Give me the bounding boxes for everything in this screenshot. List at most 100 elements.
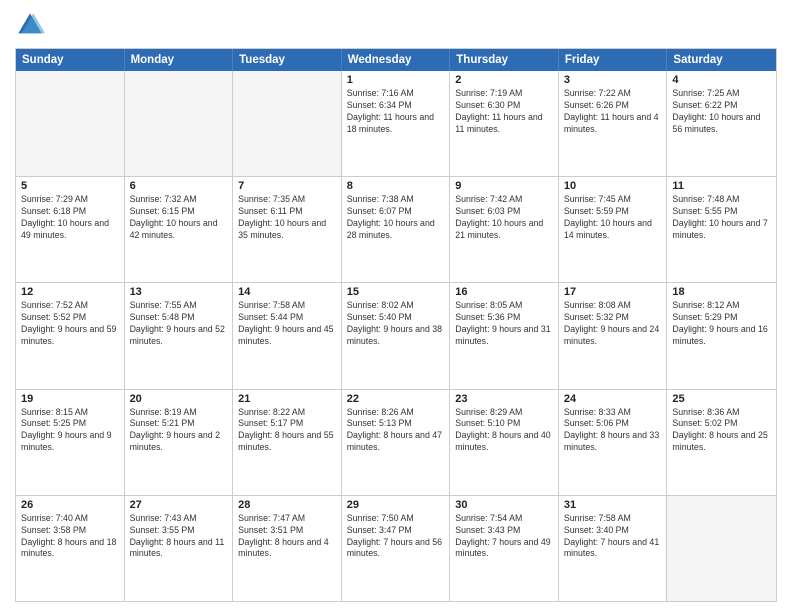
header bbox=[15, 10, 777, 40]
day-number: 20 bbox=[130, 393, 228, 405]
calendar-day-4: 4Sunrise: 7:25 AM Sunset: 6:22 PM Daylig… bbox=[667, 71, 776, 176]
day-content: Sunrise: 7:55 AM Sunset: 5:48 PM Dayligh… bbox=[130, 300, 228, 348]
day-number: 7 bbox=[238, 180, 336, 192]
day-number: 21 bbox=[238, 393, 336, 405]
calendar-week-5: 26 Sunrise: 7:40 AM Sunset: 3:58 PM Dayli… bbox=[16, 495, 776, 601]
day-content: Sunrise: 7:52 AM Sunset: 5:52 PM Dayligh… bbox=[21, 300, 119, 348]
day-content: Sunrise: 7:40 AM Sunset: 3:58 PM Dayligh… bbox=[21, 513, 119, 561]
calendar-week-2: 5Sunrise: 7:29 AM Sunset: 6:18 PM Daylig… bbox=[16, 176, 776, 282]
header-day-sunday: Sunday bbox=[16, 49, 125, 71]
calendar-day-3: 3Sunrise: 7:22 AM Sunset: 6:26 PM Daylig… bbox=[559, 71, 668, 176]
day-content: Sunrise: 7:25 AM Sunset: 6:22 PM Dayligh… bbox=[672, 88, 771, 136]
logo-icon bbox=[15, 10, 45, 40]
day-number: 1 bbox=[347, 74, 445, 86]
calendar-day-15: 15 Sunrise: 8:02 AM Sunset: 5:40 PM Dayli… bbox=[342, 283, 451, 388]
calendar-day-12: 12 Sunrise: 7:52 AM Sunset: 5:52 PM Dayli… bbox=[16, 283, 125, 388]
day-number: 14 bbox=[238, 286, 336, 298]
calendar: SundayMondayTuesdayWednesdayThursdayFrid… bbox=[15, 48, 777, 602]
day-number: 17 bbox=[564, 286, 662, 298]
calendar-day-24: 24 Sunrise: 8:33 AM Sunset: 5:06 PM Dayli… bbox=[559, 390, 668, 495]
day-content: Sunrise: 7:58 AM Sunset: 5:44 PM Dayligh… bbox=[238, 300, 336, 348]
day-content: Sunrise: 8:12 AM Sunset: 5:29 PM Dayligh… bbox=[672, 300, 771, 348]
day-number: 23 bbox=[455, 393, 553, 405]
header-day-monday: Monday bbox=[125, 49, 234, 71]
calendar-day-17: 17Sunrise: 8:08 AM Sunset: 5:32 PM Dayli… bbox=[559, 283, 668, 388]
calendar-day-11: 11Sunrise: 7:48 AM Sunset: 5:55 PM Dayli… bbox=[667, 177, 776, 282]
day-number: 29 bbox=[347, 499, 445, 511]
calendar-day-5: 5Sunrise: 7:29 AM Sunset: 6:18 PM Daylig… bbox=[16, 177, 125, 282]
day-content: Sunrise: 7:50 AM Sunset: 3:47 PM Dayligh… bbox=[347, 513, 445, 561]
day-number: 2 bbox=[455, 74, 553, 86]
day-content: Sunrise: 7:58 AM Sunset: 3:40 PM Dayligh… bbox=[564, 513, 662, 561]
day-number: 6 bbox=[130, 180, 228, 192]
day-content: Sunrise: 7:22 AM Sunset: 6:26 PM Dayligh… bbox=[564, 88, 662, 136]
calendar-day-26: 26 Sunrise: 7:40 AM Sunset: 3:58 PM Dayli… bbox=[16, 496, 125, 601]
calendar-day-10: 10 Sunrise: 7:45 AM Sunset: 5:59 PM Dayli… bbox=[559, 177, 668, 282]
day-number: 30 bbox=[455, 499, 553, 511]
calendar-day-9: 9 Sunrise: 7:42 AM Sunset: 6:03 PM Daylig… bbox=[450, 177, 559, 282]
calendar-day-1: 1 Sunrise: 7:16 AM Sunset: 6:34 PM Daylig… bbox=[342, 71, 451, 176]
calendar-day-8: 8 Sunrise: 7:38 AM Sunset: 6:07 PM Daylig… bbox=[342, 177, 451, 282]
logo bbox=[15, 10, 49, 40]
calendar-day-13: 13 Sunrise: 7:55 AM Sunset: 5:48 PM Dayli… bbox=[125, 283, 234, 388]
day-number: 8 bbox=[347, 180, 445, 192]
day-content: Sunrise: 8:26 AM Sunset: 5:13 PM Dayligh… bbox=[347, 407, 445, 455]
calendar-day-14: 14 Sunrise: 7:58 AM Sunset: 5:44 PM Dayli… bbox=[233, 283, 342, 388]
day-number: 13 bbox=[130, 286, 228, 298]
calendar-day-30: 30 Sunrise: 7:54 AM Sunset: 3:43 PM Dayli… bbox=[450, 496, 559, 601]
calendar-day-29: 29 Sunrise: 7:50 AM Sunset: 3:47 PM Dayli… bbox=[342, 496, 451, 601]
calendar-day-7: 7 Sunrise: 7:35 AM Sunset: 6:11 PM Daylig… bbox=[233, 177, 342, 282]
calendar-week-4: 19 Sunrise: 8:15 AM Sunset: 5:25 PM Dayli… bbox=[16, 389, 776, 495]
day-number: 26 bbox=[21, 499, 119, 511]
day-content: Sunrise: 7:42 AM Sunset: 6:03 PM Dayligh… bbox=[455, 194, 553, 242]
calendar-week-3: 12 Sunrise: 7:52 AM Sunset: 5:52 PM Dayli… bbox=[16, 282, 776, 388]
calendar-day-empty bbox=[16, 71, 125, 176]
day-number: 12 bbox=[21, 286, 119, 298]
day-content: Sunrise: 7:16 AM Sunset: 6:34 PM Dayligh… bbox=[347, 88, 445, 136]
day-content: Sunrise: 8:15 AM Sunset: 5:25 PM Dayligh… bbox=[21, 407, 119, 455]
calendar-day-2: 2Sunrise: 7:19 AM Sunset: 6:30 PM Daylig… bbox=[450, 71, 559, 176]
day-number: 15 bbox=[347, 286, 445, 298]
page: SundayMondayTuesdayWednesdayThursdayFrid… bbox=[0, 0, 792, 612]
day-content: Sunrise: 8:19 AM Sunset: 5:21 PM Dayligh… bbox=[130, 407, 228, 455]
day-content: Sunrise: 8:05 AM Sunset: 5:36 PM Dayligh… bbox=[455, 300, 553, 348]
day-content: Sunrise: 7:35 AM Sunset: 6:11 PM Dayligh… bbox=[238, 194, 336, 242]
calendar-day-27: 27 Sunrise: 7:43 AM Sunset: 3:55 PM Dayli… bbox=[125, 496, 234, 601]
day-content: Sunrise: 8:36 AM Sunset: 5:02 PM Dayligh… bbox=[672, 407, 771, 455]
day-number: 11 bbox=[672, 180, 771, 192]
calendar-day-25: 25Sunrise: 8:36 AM Sunset: 5:02 PM Dayli… bbox=[667, 390, 776, 495]
day-content: Sunrise: 8:22 AM Sunset: 5:17 PM Dayligh… bbox=[238, 407, 336, 455]
header-day-thursday: Thursday bbox=[450, 49, 559, 71]
calendar-day-empty bbox=[125, 71, 234, 176]
header-day-friday: Friday bbox=[559, 49, 668, 71]
calendar-day-empty bbox=[667, 496, 776, 601]
day-number: 10 bbox=[564, 180, 662, 192]
day-number: 9 bbox=[455, 180, 553, 192]
day-content: Sunrise: 8:33 AM Sunset: 5:06 PM Dayligh… bbox=[564, 407, 662, 455]
day-content: Sunrise: 7:43 AM Sunset: 3:55 PM Dayligh… bbox=[130, 513, 228, 561]
calendar-day-21: 21 Sunrise: 8:22 AM Sunset: 5:17 PM Dayli… bbox=[233, 390, 342, 495]
calendar-day-28: 28 Sunrise: 7:47 AM Sunset: 3:51 PM Dayli… bbox=[233, 496, 342, 601]
calendar-day-31: 31Sunrise: 7:58 AM Sunset: 3:40 PM Dayli… bbox=[559, 496, 668, 601]
day-content: Sunrise: 7:32 AM Sunset: 6:15 PM Dayligh… bbox=[130, 194, 228, 242]
day-number: 16 bbox=[455, 286, 553, 298]
day-content: Sunrise: 7:45 AM Sunset: 5:59 PM Dayligh… bbox=[564, 194, 662, 242]
day-number: 18 bbox=[672, 286, 771, 298]
day-number: 24 bbox=[564, 393, 662, 405]
day-content: Sunrise: 8:02 AM Sunset: 5:40 PM Dayligh… bbox=[347, 300, 445, 348]
day-number: 28 bbox=[238, 499, 336, 511]
calendar-body: 1 Sunrise: 7:16 AM Sunset: 6:34 PM Daylig… bbox=[16, 71, 776, 601]
calendar-day-empty bbox=[233, 71, 342, 176]
calendar-day-18: 18 Sunrise: 8:12 AM Sunset: 5:29 PM Dayli… bbox=[667, 283, 776, 388]
calendar-day-23: 23Sunrise: 8:29 AM Sunset: 5:10 PM Dayli… bbox=[450, 390, 559, 495]
day-content: Sunrise: 7:47 AM Sunset: 3:51 PM Dayligh… bbox=[238, 513, 336, 561]
day-content: Sunrise: 7:38 AM Sunset: 6:07 PM Dayligh… bbox=[347, 194, 445, 242]
header-day-tuesday: Tuesday bbox=[233, 49, 342, 71]
calendar-day-22: 22Sunrise: 8:26 AM Sunset: 5:13 PM Dayli… bbox=[342, 390, 451, 495]
header-day-saturday: Saturday bbox=[667, 49, 776, 71]
day-content: Sunrise: 7:54 AM Sunset: 3:43 PM Dayligh… bbox=[455, 513, 553, 561]
day-number: 19 bbox=[21, 393, 119, 405]
calendar-day-16: 16 Sunrise: 8:05 AM Sunset: 5:36 PM Dayli… bbox=[450, 283, 559, 388]
day-number: 27 bbox=[130, 499, 228, 511]
calendar-day-19: 19 Sunrise: 8:15 AM Sunset: 5:25 PM Dayli… bbox=[16, 390, 125, 495]
